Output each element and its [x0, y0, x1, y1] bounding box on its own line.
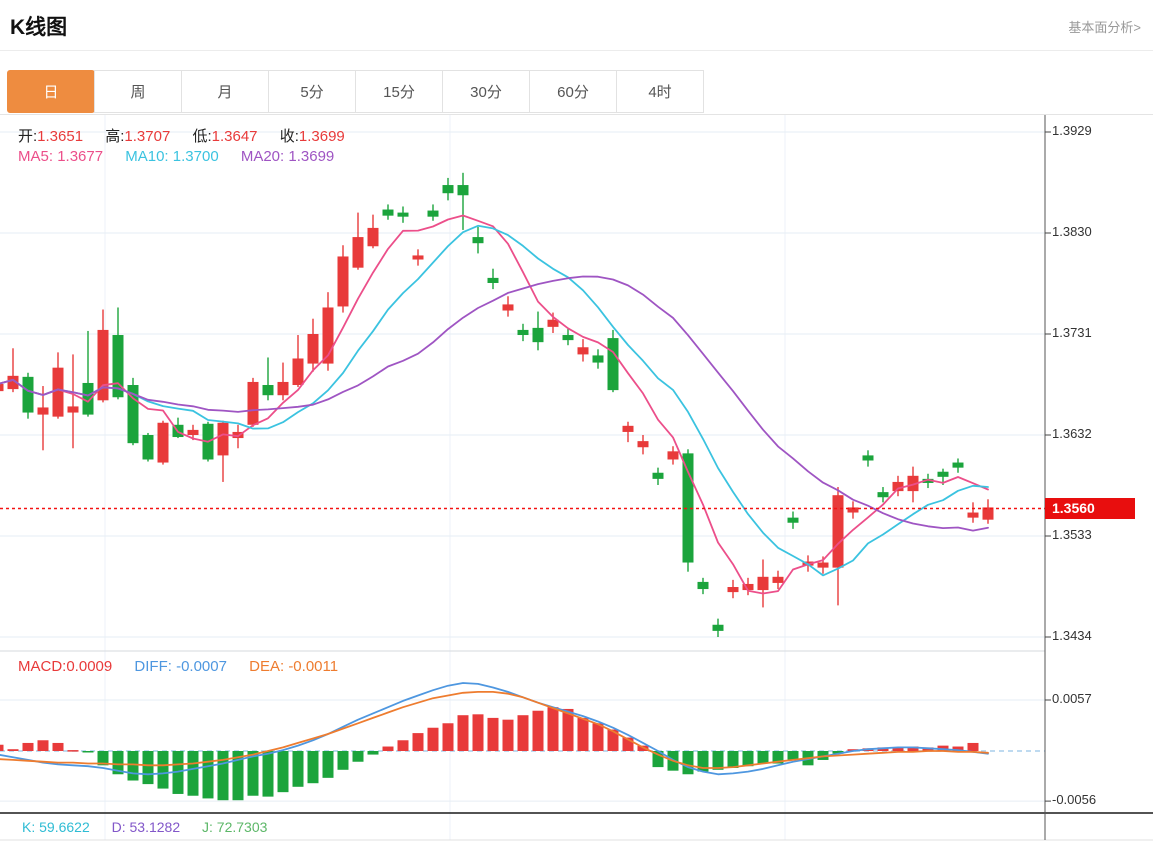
open-value: 开:1.3651: [18, 128, 83, 145]
kdj-j-value: J: 72.7303: [202, 819, 267, 835]
high-value: 高:1.3707: [105, 128, 170, 145]
ma10-value: MA10: 1.3700: [125, 148, 218, 165]
kdj-d-value: D: 53.1282: [112, 819, 181, 835]
close-value: 收:1.3699: [280, 128, 345, 145]
kdj-info-row: K: 59.6622 D: 53.1282 J: 72.7303: [22, 819, 285, 835]
price-axis-tick-1: 1.3830: [1052, 224, 1092, 239]
price-axis-tick-0: 1.3929: [1052, 123, 1092, 138]
macd-info-row: MACD:0.0009 DIFF: -0.0007 DEA: -0.0011: [18, 658, 356, 675]
macd-axis-tick-1: -0.0056: [1052, 792, 1096, 807]
ohlc-info-row: 开:1.3651 高:1.3707 低:1.3647 收:1.3699: [18, 125, 363, 146]
ma-info-row: MA5: 1.3677 MA10: 1.3700 MA20: 1.3699: [18, 148, 352, 165]
macd-axis-tick-0: 0.0057: [1052, 691, 1092, 706]
current-price-tag: 1.3560: [1045, 498, 1135, 519]
diff-value: DIFF: -0.0007: [134, 658, 227, 675]
ma5-value: MA5: 1.3677: [18, 148, 103, 165]
dea-value: DEA: -0.0011: [249, 658, 338, 675]
low-value: 低:1.3647: [192, 128, 257, 145]
price-axis-tick-2: 1.3731: [1052, 325, 1092, 340]
price-axis-tick-4: 1.3533: [1052, 527, 1092, 542]
ma20-value: MA20: 1.3699: [241, 148, 334, 165]
macd-value: MACD:0.0009: [18, 658, 112, 675]
price-axis-tick-3: 1.3632: [1052, 426, 1092, 441]
kdj-k-value: K: 59.6622: [22, 819, 90, 835]
price-axis-tick-5: 1.3434: [1052, 628, 1092, 643]
kline-app: K线图 基本面分析> 日周月5分15分30分60分4时 开:1.3651 高:1…: [0, 0, 1153, 842]
